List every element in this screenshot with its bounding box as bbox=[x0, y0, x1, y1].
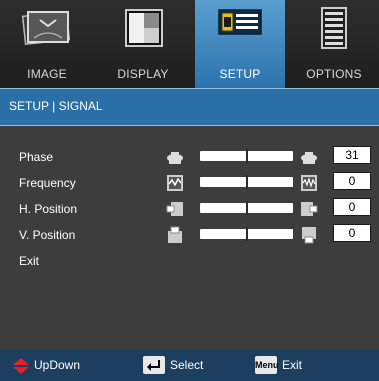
tab-label: DISPLAY bbox=[117, 67, 169, 81]
tab-label: IMAGE bbox=[27, 67, 67, 81]
row-label: V. Position bbox=[19, 228, 76, 242]
row-frequency[interactable]: Frequency 0 bbox=[0, 172, 379, 196]
h-position-value: 0 bbox=[333, 198, 371, 216]
v-position-slider[interactable] bbox=[200, 227, 293, 241]
footer-hint-bar: UpDown Select Menu Exit bbox=[0, 350, 379, 381]
display-icon bbox=[114, 6, 172, 52]
phase-value: 31 bbox=[333, 146, 371, 164]
row-v-position[interactable]: V. Position 0 bbox=[0, 224, 379, 248]
settings-list: Phase 31 Frequency 0 H. Position 0 V. Po… bbox=[0, 126, 379, 350]
tab-setup[interactable]: SETUP bbox=[195, 0, 285, 88]
frequency-slider[interactable] bbox=[200, 175, 293, 189]
tab-display[interactable]: DISPLAY bbox=[98, 0, 188, 88]
row-phase[interactable]: Phase 31 bbox=[0, 146, 379, 170]
row-exit[interactable]: Exit bbox=[0, 250, 379, 274]
phase-slider[interactable] bbox=[200, 149, 293, 163]
image-icon bbox=[18, 6, 76, 52]
section-title: SETUP | SIGNAL bbox=[9, 99, 103, 113]
section-title-bar: SETUP | SIGNAL bbox=[0, 88, 379, 126]
row-label: Phase bbox=[19, 150, 54, 164]
enter-key-icon bbox=[143, 356, 165, 374]
exit-hint: Exit bbox=[282, 358, 303, 372]
frequency-icon bbox=[300, 174, 318, 192]
tab-label: SETUP bbox=[219, 67, 261, 81]
frequency-icon bbox=[166, 174, 184, 192]
h-position-icon bbox=[300, 200, 318, 218]
h-position-slider[interactable] bbox=[200, 201, 293, 215]
menu-key-icon: Menu bbox=[255, 356, 279, 374]
slider-thumb[interactable] bbox=[246, 175, 248, 189]
menu-tab-bar: IMAGE DISPLAY SETUP OPTIONS bbox=[0, 0, 379, 88]
setup-icon bbox=[211, 6, 269, 52]
select-hint: Select bbox=[170, 358, 204, 372]
row-label: Frequency bbox=[19, 176, 76, 190]
updown-icon bbox=[12, 358, 30, 374]
v-position-value: 0 bbox=[333, 224, 371, 242]
row-label: Exit bbox=[19, 254, 40, 268]
v-position-icon bbox=[166, 226, 184, 244]
phase-icon bbox=[166, 148, 184, 166]
tab-label: OPTIONS bbox=[306, 67, 362, 81]
updown-hint: UpDown bbox=[34, 358, 81, 372]
tab-image[interactable]: IMAGE bbox=[2, 0, 92, 88]
tab-options[interactable]: OPTIONS bbox=[289, 0, 379, 88]
row-h-position[interactable]: H. Position 0 bbox=[0, 198, 379, 222]
row-label: H. Position bbox=[19, 202, 78, 216]
slider-thumb[interactable] bbox=[246, 227, 248, 241]
v-position-icon bbox=[300, 226, 318, 244]
slider-thumb[interactable] bbox=[246, 201, 248, 215]
options-icon bbox=[305, 6, 363, 52]
slider-thumb[interactable] bbox=[246, 149, 248, 163]
phase-icon bbox=[300, 148, 318, 166]
frequency-value: 0 bbox=[333, 172, 371, 190]
h-position-icon bbox=[166, 200, 184, 218]
